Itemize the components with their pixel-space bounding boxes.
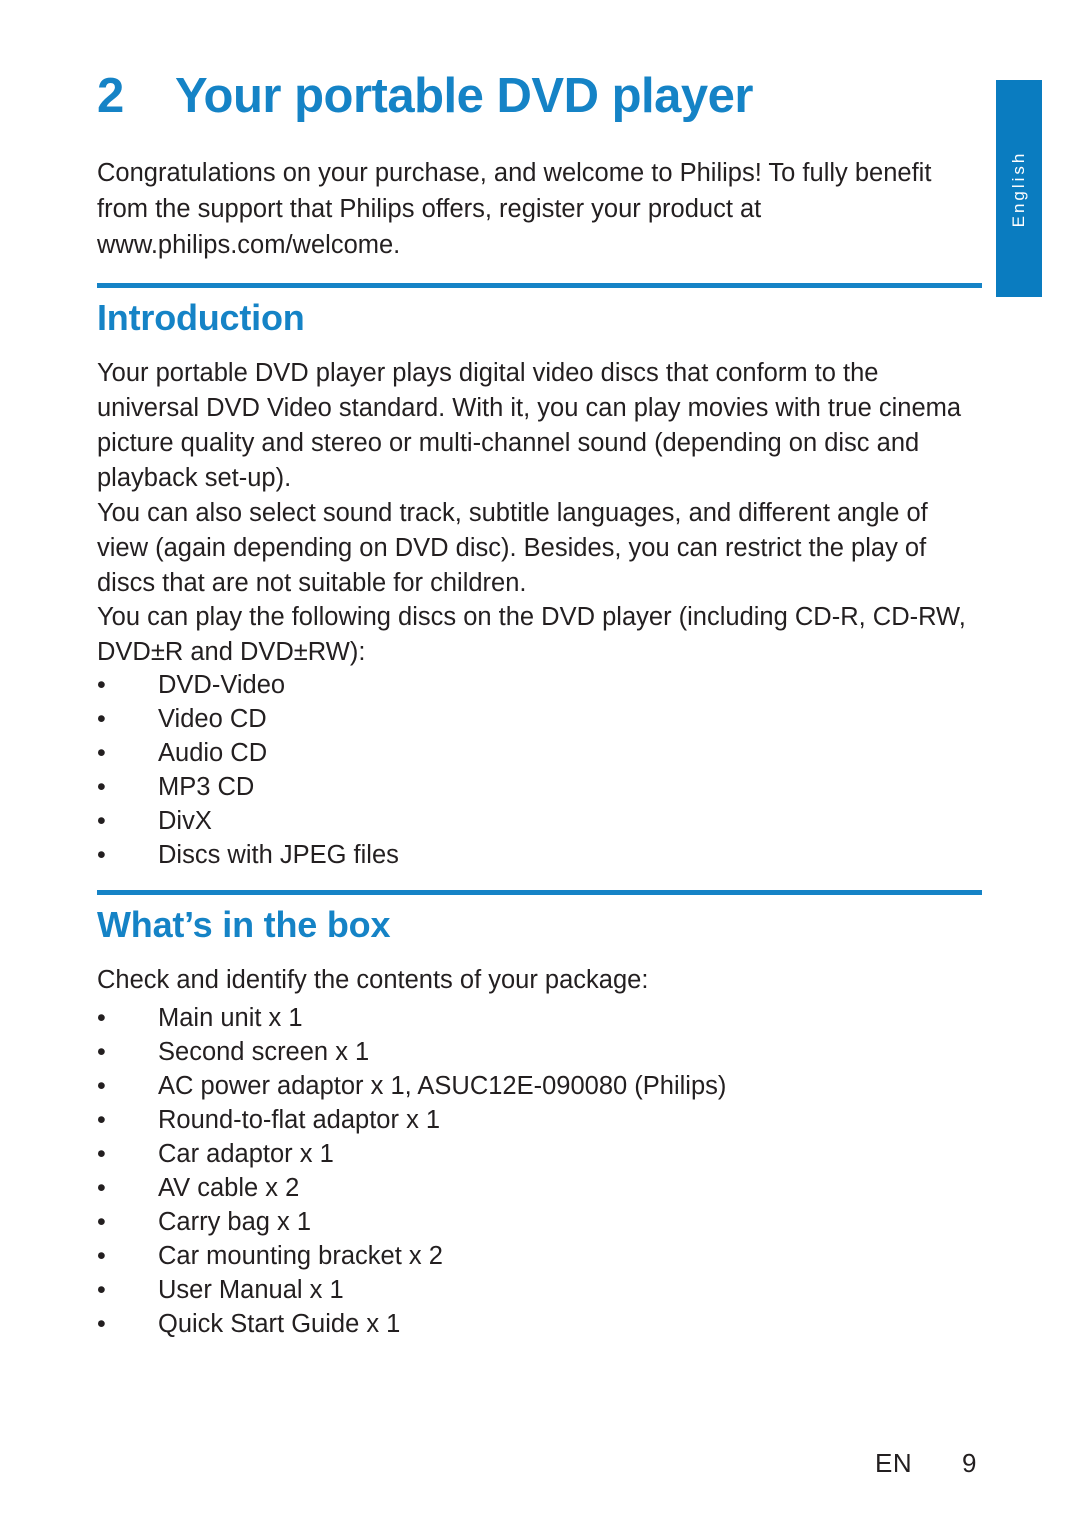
language-tab-label: English xyxy=(1009,150,1028,227)
list-item: • DVD-Video xyxy=(97,668,983,702)
list-item: • Carry bag x 1 xyxy=(97,1205,983,1239)
page-footer: EN 9 xyxy=(0,1448,1080,1488)
list-item-label: Car adaptor x 1 xyxy=(158,1140,334,1168)
list-item: • AC power adaptor x 1, ASUC12E-090080 (… xyxy=(97,1069,983,1103)
bullet-icon: • xyxy=(97,705,106,733)
introduction-paragraph-2: You can also select sound track, subtitl… xyxy=(97,496,983,601)
bullet-icon: • xyxy=(97,1038,106,1066)
bullet-icon: • xyxy=(97,1276,106,1304)
list-item: • Main unit x 1 xyxy=(97,1001,983,1035)
list-item-label: Car mounting bracket x 2 xyxy=(158,1242,443,1270)
bullet-icon: • xyxy=(97,1174,106,1202)
language-tab: English xyxy=(996,80,1042,297)
package-contents-list: • Main unit x 1 • Second screen x 1 • AC… xyxy=(97,1001,983,1341)
list-item: • Car mounting bracket x 2 xyxy=(97,1239,983,1273)
list-item: • Video CD xyxy=(97,702,983,736)
list-item: • Second screen x 1 xyxy=(97,1035,983,1069)
list-item-label: DVD-Video xyxy=(158,671,286,699)
list-item-label: AV cable x 2 xyxy=(158,1174,300,1202)
list-item-label: Video CD xyxy=(158,705,267,733)
paragraph-text: Your portable DVD player plays digital v… xyxy=(97,359,962,492)
list-item-label: Discs with JPEG files xyxy=(158,841,399,869)
lead-paragraph: Congratulations on your purchase, and we… xyxy=(97,159,932,259)
footer-language-code: EN xyxy=(875,1448,913,1478)
list-item: • Quick Start Guide x 1 xyxy=(97,1307,983,1341)
section-divider-introduction xyxy=(97,283,982,288)
list-item-label: Carry bag x 1 xyxy=(158,1208,312,1236)
chapter-title-text: Your portable DVD player xyxy=(175,69,753,123)
list-item-label: Main unit x 1 xyxy=(158,1004,303,1032)
bullet-icon: • xyxy=(97,1140,106,1168)
footer-page-number: 9 xyxy=(962,1448,977,1478)
list-item: • AV cable x 2 xyxy=(97,1171,983,1205)
list-item-label: AC power adaptor x 1, ASUC12E-090080 (Ph… xyxy=(158,1072,727,1100)
list-item: • Audio CD xyxy=(97,736,983,770)
page-title: 2 Your portable DVD player xyxy=(97,68,987,124)
list-item: • Round-to-flat adaptor x 1 xyxy=(97,1103,983,1137)
bullet-icon: • xyxy=(97,807,106,835)
bullet-icon: • xyxy=(97,739,106,767)
bullet-icon: • xyxy=(97,1072,106,1100)
list-item: • Car adaptor x 1 xyxy=(97,1137,983,1171)
list-item-label: MP3 CD xyxy=(158,773,255,801)
package-contents-intro: Check and identify the contents of your … xyxy=(97,963,983,998)
list-item-label: User Manual x 1 xyxy=(158,1276,344,1304)
document-page: English 2 Your portable DVD player Congra… xyxy=(0,0,1080,1525)
introduction-paragraph-3: You can play the following discs on the … xyxy=(97,600,983,670)
bullet-icon: • xyxy=(97,1106,106,1134)
paragraph-text: You can also select sound track, subtitl… xyxy=(97,499,928,597)
introduction-paragraph-1: Your portable DVD player plays digital v… xyxy=(97,356,983,496)
list-item-label: DivX xyxy=(158,807,212,835)
bullet-icon: • xyxy=(97,1208,106,1236)
list-item-label: Quick Start Guide x 1 xyxy=(158,1310,401,1338)
section-divider-whats-in-the-box xyxy=(97,890,982,895)
list-item: • MP3 CD xyxy=(97,770,983,804)
section-heading-introduction: Introduction xyxy=(97,297,305,338)
list-item-label: Second screen x 1 xyxy=(158,1038,370,1066)
list-item: • Discs with JPEG files xyxy=(97,838,983,872)
list-item-label: Round-to-flat adaptor x 1 xyxy=(158,1106,441,1134)
bullet-icon: • xyxy=(97,671,106,699)
paragraph-text: Check and identify the contents of your … xyxy=(97,966,649,994)
chapter-number: 2 xyxy=(97,69,124,123)
paragraph-text: You can play the following discs on the … xyxy=(97,603,966,666)
bullet-icon: • xyxy=(97,1310,106,1338)
bullet-icon: • xyxy=(97,773,106,801)
bullet-icon: • xyxy=(97,1242,106,1270)
supported-discs-list: • DVD-Video • Video CD • Audio CD • MP3 … xyxy=(97,668,983,872)
list-item-label: Audio CD xyxy=(158,739,268,767)
list-item: • User Manual x 1 xyxy=(97,1273,983,1307)
section-heading-whats-in-the-box: What’s in the box xyxy=(97,904,391,945)
list-item: • DivX xyxy=(97,804,983,838)
bullet-icon: • xyxy=(97,1004,106,1032)
bullet-icon: • xyxy=(97,841,106,869)
